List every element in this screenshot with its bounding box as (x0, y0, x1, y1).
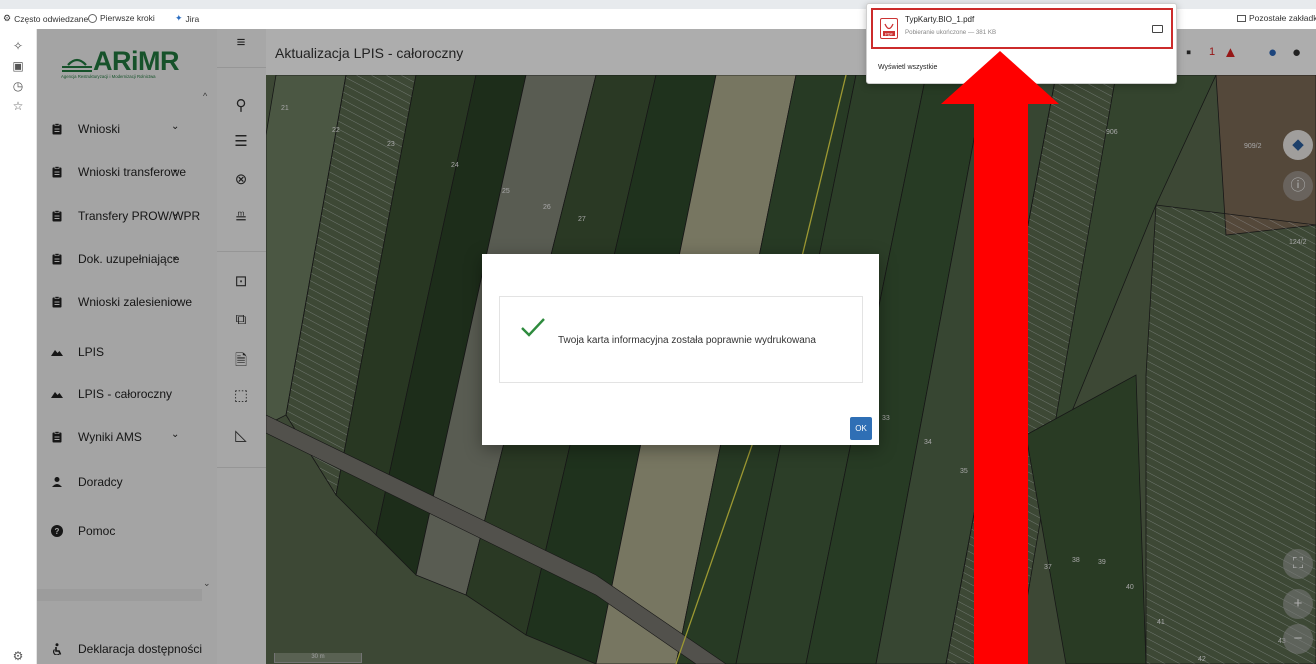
gear-icon: ⚙ (3, 13, 12, 23)
download-status: Pobieranie ukończone — 381 KB (905, 29, 997, 36)
show-all-downloads-link[interactable]: Wyświetl wszystkie (878, 64, 937, 71)
bookmark-jira[interactable]: ✦ Jira (175, 13, 199, 24)
red-arrow-head (941, 51, 1059, 104)
open-folder-icon[interactable] (1152, 25, 1163, 33)
dialog-message: Twoja karta informacyjna została poprawn… (558, 335, 816, 346)
sidebar-panel-icon[interactable]: ▣ (11, 59, 25, 73)
folder-icon (1237, 14, 1246, 22)
svg-text:PDF: PDF (885, 31, 894, 36)
globe-icon (88, 13, 97, 23)
dialog-message-box: Twoja karta informacyjna została poprawn… (499, 296, 863, 383)
checkmark-icon (521, 318, 545, 337)
download-item[interactable]: PDF TypKarty.BIO_1.pdf Pobieranie ukończ… (871, 8, 1173, 49)
red-arrow-shaft (974, 101, 1028, 664)
settings-icon[interactable]: ⚙ (11, 649, 25, 663)
bookmark-star-icon[interactable]: ☆ (11, 99, 25, 113)
other-bookmarks[interactable]: Pozostałe zakładki (1237, 13, 1316, 23)
download-filename: TypKarty.BIO_1.pdf (905, 15, 975, 24)
success-dialog: Twoja karta informacyjna została poprawn… (482, 254, 879, 445)
browser-sidebar: ✧ ▣ ◷ ☆ ⚙ (0, 29, 37, 664)
jira-icon: ✦ (175, 13, 183, 23)
history-icon[interactable]: ◷ (11, 79, 25, 93)
ai-sparkle-icon[interactable]: ✧ (11, 39, 25, 53)
bookmark-first-steps[interactable]: Pierwsze kroki (88, 13, 155, 23)
pdf-file-icon: PDF (880, 18, 898, 39)
bookmark-often-visited[interactable]: ⚙ Często odwiedzane (3, 13, 88, 24)
ok-button[interactable]: OK (850, 417, 872, 440)
